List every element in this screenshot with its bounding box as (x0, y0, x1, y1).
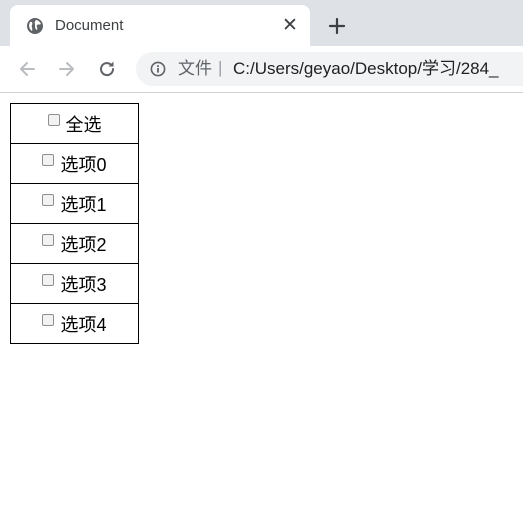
scheme-separator: | (218, 58, 223, 77)
option-checkbox[interactable] (42, 193, 55, 206)
forward-arrow-icon[interactable] (56, 58, 78, 80)
scheme-label: 文件 (178, 59, 212, 78)
option-label: 选项0 (60, 154, 107, 175)
globe-icon (26, 17, 44, 35)
back-arrow-icon[interactable] (16, 58, 38, 80)
info-icon[interactable] (150, 61, 166, 77)
option-label: 选项1 (60, 194, 107, 215)
option-cell: 选项4 (10, 303, 139, 344)
checkbox-table: 全选 选项0 选项1 选项2 选项3 选项4 (10, 103, 139, 344)
page-content: 全选 选项0 选项1 选项2 选项3 选项4 (0, 93, 523, 511)
option-cell: 选项2 (10, 223, 139, 264)
option-cell: 选项0 (10, 143, 139, 184)
address-bar[interactable]: 文件 | C:/Users/geyao/Desktop/学习/284_ (136, 52, 523, 86)
reload-icon[interactable] (96, 58, 118, 80)
table-row: 选项1 (10, 183, 139, 224)
table-row: 选项2 (10, 223, 139, 264)
tab-document[interactable]: Document ✕ (10, 5, 310, 46)
option-checkbox[interactable] (42, 313, 55, 326)
tab-strip: Document ✕ (0, 0, 523, 46)
option-cell: 选项3 (10, 263, 139, 304)
tab-title: Document (55, 17, 124, 34)
plus-icon[interactable] (326, 15, 348, 37)
select-all-label: 全选 (65, 114, 102, 135)
select-all-cell: 全选 (10, 103, 139, 144)
option-label: 选项2 (60, 234, 107, 255)
option-checkbox[interactable] (42, 273, 55, 286)
url-text[interactable]: C:/Users/geyao/Desktop/学习/284_ (233, 59, 499, 79)
table-row: 选项3 (10, 263, 139, 304)
option-cell: 选项1 (10, 183, 139, 224)
option-checkbox[interactable] (42, 233, 55, 246)
table-row: 选项0 (10, 143, 139, 184)
option-checkbox[interactable] (42, 153, 55, 166)
option-label: 选项3 (60, 274, 107, 295)
browser-toolbar: 文件 | C:/Users/geyao/Desktop/学习/284_ (0, 46, 523, 93)
table-row: 全选 (10, 103, 139, 144)
table-row: 选项4 (10, 303, 139, 344)
close-icon[interactable]: ✕ (280, 16, 300, 36)
select-all-checkbox[interactable] (47, 113, 60, 126)
option-label: 选项4 (60, 314, 107, 335)
